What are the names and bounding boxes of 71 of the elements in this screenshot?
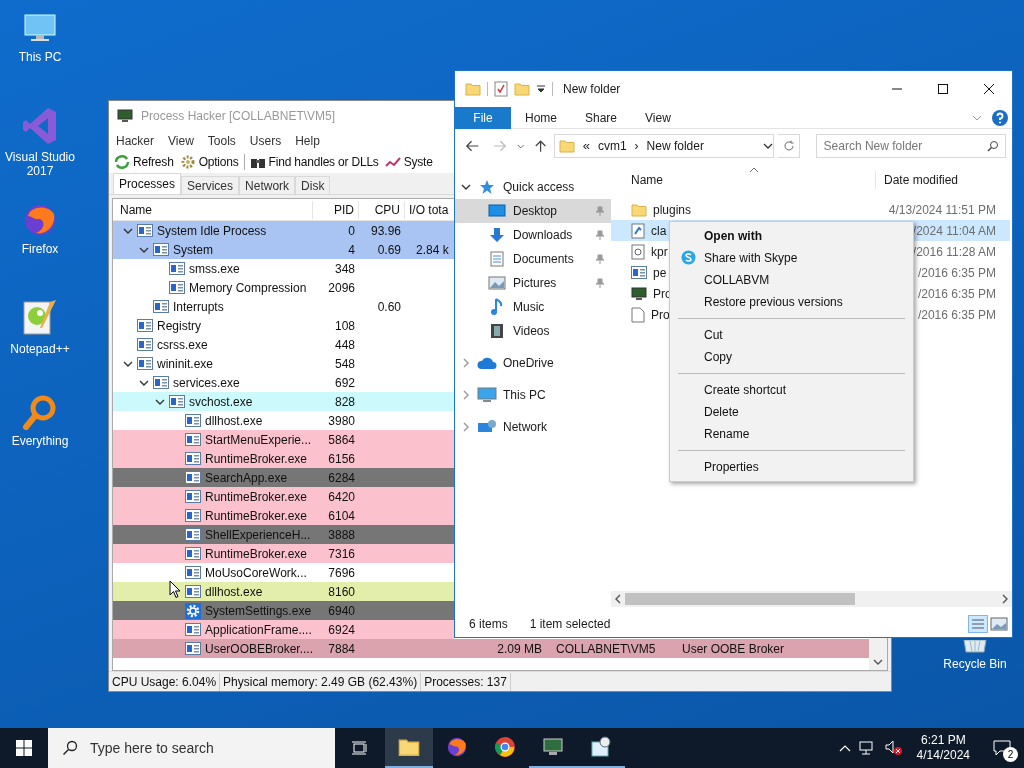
pid-cell-text: 7696 xyxy=(328,564,355,582)
file-name: cla xyxy=(651,222,667,240)
file-name: plugins xyxy=(653,201,692,219)
process-name: RuntimeBroker.exe xyxy=(205,450,308,468)
memory-cell-text: 2.09 MB xyxy=(497,640,542,658)
description-cell-text: User OOBE Broker xyxy=(682,640,785,658)
pid-cell-text: 6940 xyxy=(328,602,355,620)
user-cell-text: COLLABNET\VM5 xyxy=(556,640,656,658)
window-title: Process Hacker [COLLABNET\VM5] xyxy=(141,108,336,125)
pid-cell-text: 6156 xyxy=(328,450,355,468)
pid-cell-text: 4 xyxy=(348,241,355,259)
file-date: /2016 6:35 PM xyxy=(917,306,996,324)
status-text: 6 items xyxy=(469,616,508,633)
process-name: SearchApp.exe xyxy=(205,469,288,487)
pid-cell-text: 6104 xyxy=(328,507,355,525)
pid-cell-text: 6924 xyxy=(328,621,355,639)
pid-cell-text: 348 xyxy=(334,260,355,278)
pid-cell-text: 7884 xyxy=(328,640,355,658)
process-name: Memory Compression xyxy=(189,279,307,297)
process-name: SystemSettings.exe xyxy=(205,602,312,620)
notification-count: 2 xyxy=(1003,747,1018,762)
cpu-cell-text: 0.60 xyxy=(377,298,401,316)
file-date: /2016 11:28 AM xyxy=(912,243,996,261)
status-text: Processes: 137 xyxy=(421,672,511,691)
process-name: csrss.exe xyxy=(157,336,208,354)
pid-cell-text: 6420 xyxy=(328,488,355,506)
process-name: ShellExperienceH... xyxy=(205,526,311,544)
pid-cell-text: 7316 xyxy=(328,545,355,563)
process-name: ApplicationFrame.... xyxy=(205,621,312,639)
status-text: Physical memory: 2.49 GB (62.43%) xyxy=(220,672,422,691)
process-name: Interrupts xyxy=(173,298,224,316)
process-name: dllhost.exe xyxy=(205,583,263,601)
process-name: smss.exe xyxy=(189,260,240,278)
pid-cell-text: 3980 xyxy=(328,412,355,430)
pid-cell-text: 0 xyxy=(348,222,355,240)
process-name: RuntimeBroker.exe xyxy=(205,507,308,525)
process-name: services.exe xyxy=(173,374,240,392)
file-date: /2024 11:04 AM xyxy=(912,222,996,240)
window-title: New folder xyxy=(562,81,621,98)
process-name: StartMenuExperie... xyxy=(205,431,312,449)
io-cell-text: 2.84 k xyxy=(416,241,449,259)
status-text: CPU Usage: 6.04% xyxy=(109,672,221,691)
pid-cell-text: 8160 xyxy=(328,583,355,601)
file-name: Pro xyxy=(651,306,670,324)
process-name: svchost.exe xyxy=(189,393,253,411)
process-name: RuntimeBroker.exe xyxy=(205,488,308,506)
pid-cell-text: 3888 xyxy=(328,526,355,544)
process-name: wininit.exe xyxy=(157,355,214,373)
file-name: pe xyxy=(653,264,667,282)
process-name: MoUsoCoreWork... xyxy=(205,564,307,582)
file-name: kpr xyxy=(651,243,668,261)
process-name: System Idle Process xyxy=(157,222,267,240)
process-name: RuntimeBroker.exe xyxy=(205,545,308,563)
pid-cell-text: 6284 xyxy=(328,469,355,487)
status-text: 1 item selected xyxy=(529,616,611,633)
file-date: /2016 6:35 PM xyxy=(917,264,996,282)
pid-cell-text: 2096 xyxy=(328,279,355,297)
process-name: System xyxy=(173,241,213,259)
process-name: Registry xyxy=(157,317,201,335)
cpu-cell-text: 93.96 xyxy=(370,222,401,240)
process-name: dllhost.exe xyxy=(205,412,263,430)
file-date: 4/13/2024 11:51 PM xyxy=(888,201,996,219)
process-name: UserOOBEBroker.... xyxy=(204,640,313,658)
pid-cell-text: 828 xyxy=(334,393,355,411)
pid-cell-text: 692 xyxy=(334,374,355,392)
pid-cell-text: 548 xyxy=(334,355,355,373)
file-date: /2016 6:35 PM xyxy=(917,285,996,303)
pid-cell-text: 108 xyxy=(334,317,355,335)
pid-cell-text: 5864 xyxy=(328,431,355,449)
cpu-cell-text: 0.69 xyxy=(377,241,401,259)
pid-cell-text: 448 xyxy=(334,336,355,354)
